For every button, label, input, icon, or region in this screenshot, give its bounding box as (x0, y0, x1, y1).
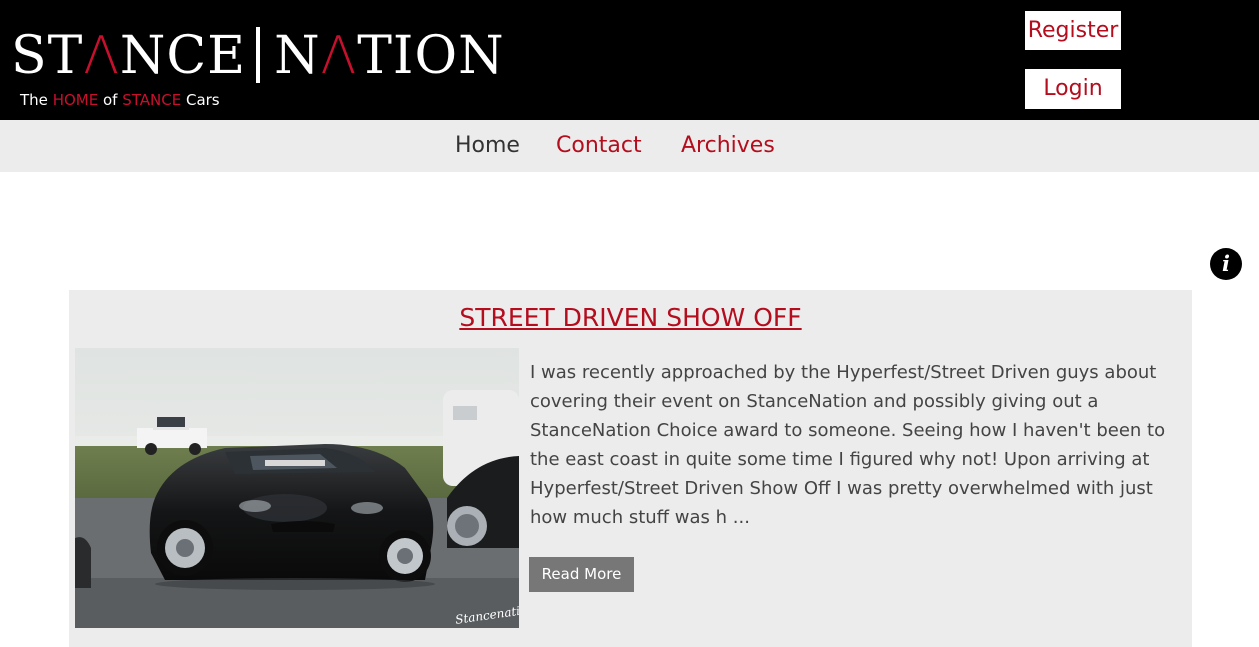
logo-text-st: ST (11, 26, 84, 86)
logo-text-a2: Λ (320, 26, 358, 86)
logo-text-nce: NCE (119, 26, 247, 86)
read-more-button[interactable]: Read More (529, 557, 634, 592)
logo-wordmark: STΛNCE NΛTION (11, 25, 505, 87)
tagline-word: of (102, 91, 118, 109)
logo-text-a: Λ (83, 26, 120, 86)
nav-item-contact[interactable]: Contact (556, 132, 642, 160)
article-image[interactable]: Stancenation (75, 348, 519, 628)
car-photo: Stancenation (75, 348, 519, 628)
nav-item-archives[interactable]: Archives (681, 132, 775, 160)
logo-text-tion: TION (357, 26, 505, 86)
logo-divider (256, 27, 261, 83)
info-icon[interactable]: i (1210, 248, 1242, 280)
tagline-word: HOME (52, 91, 99, 109)
login-button[interactable]: Login (1025, 69, 1121, 109)
logo-text-n: N (274, 26, 321, 86)
tagline-word: STANCE (122, 91, 182, 109)
article-title-link[interactable]: STREET DRIVEN SHOW OFF (69, 302, 1192, 334)
article-excerpt: I was recently approached by the Hyperfe… (530, 362, 1166, 528)
site-tagline: The HOME of STANCE Cars (20, 91, 220, 109)
tagline-word: The (20, 91, 48, 109)
article-card: STREET DRIVEN SHOW OFF Stancenation I wa… (69, 290, 1192, 647)
site-header: STΛNCE NΛTION The HOME of STANCE Cars Reg… (0, 0, 1259, 120)
register-button[interactable]: Register (1025, 11, 1121, 50)
main-nav: Home Contact Archives (0, 120, 1259, 172)
nav-item-home[interactable]: Home (455, 132, 520, 160)
tagline-word: Cars (185, 91, 220, 109)
site-logo[interactable]: STΛNCE NΛTION (11, 25, 504, 95)
